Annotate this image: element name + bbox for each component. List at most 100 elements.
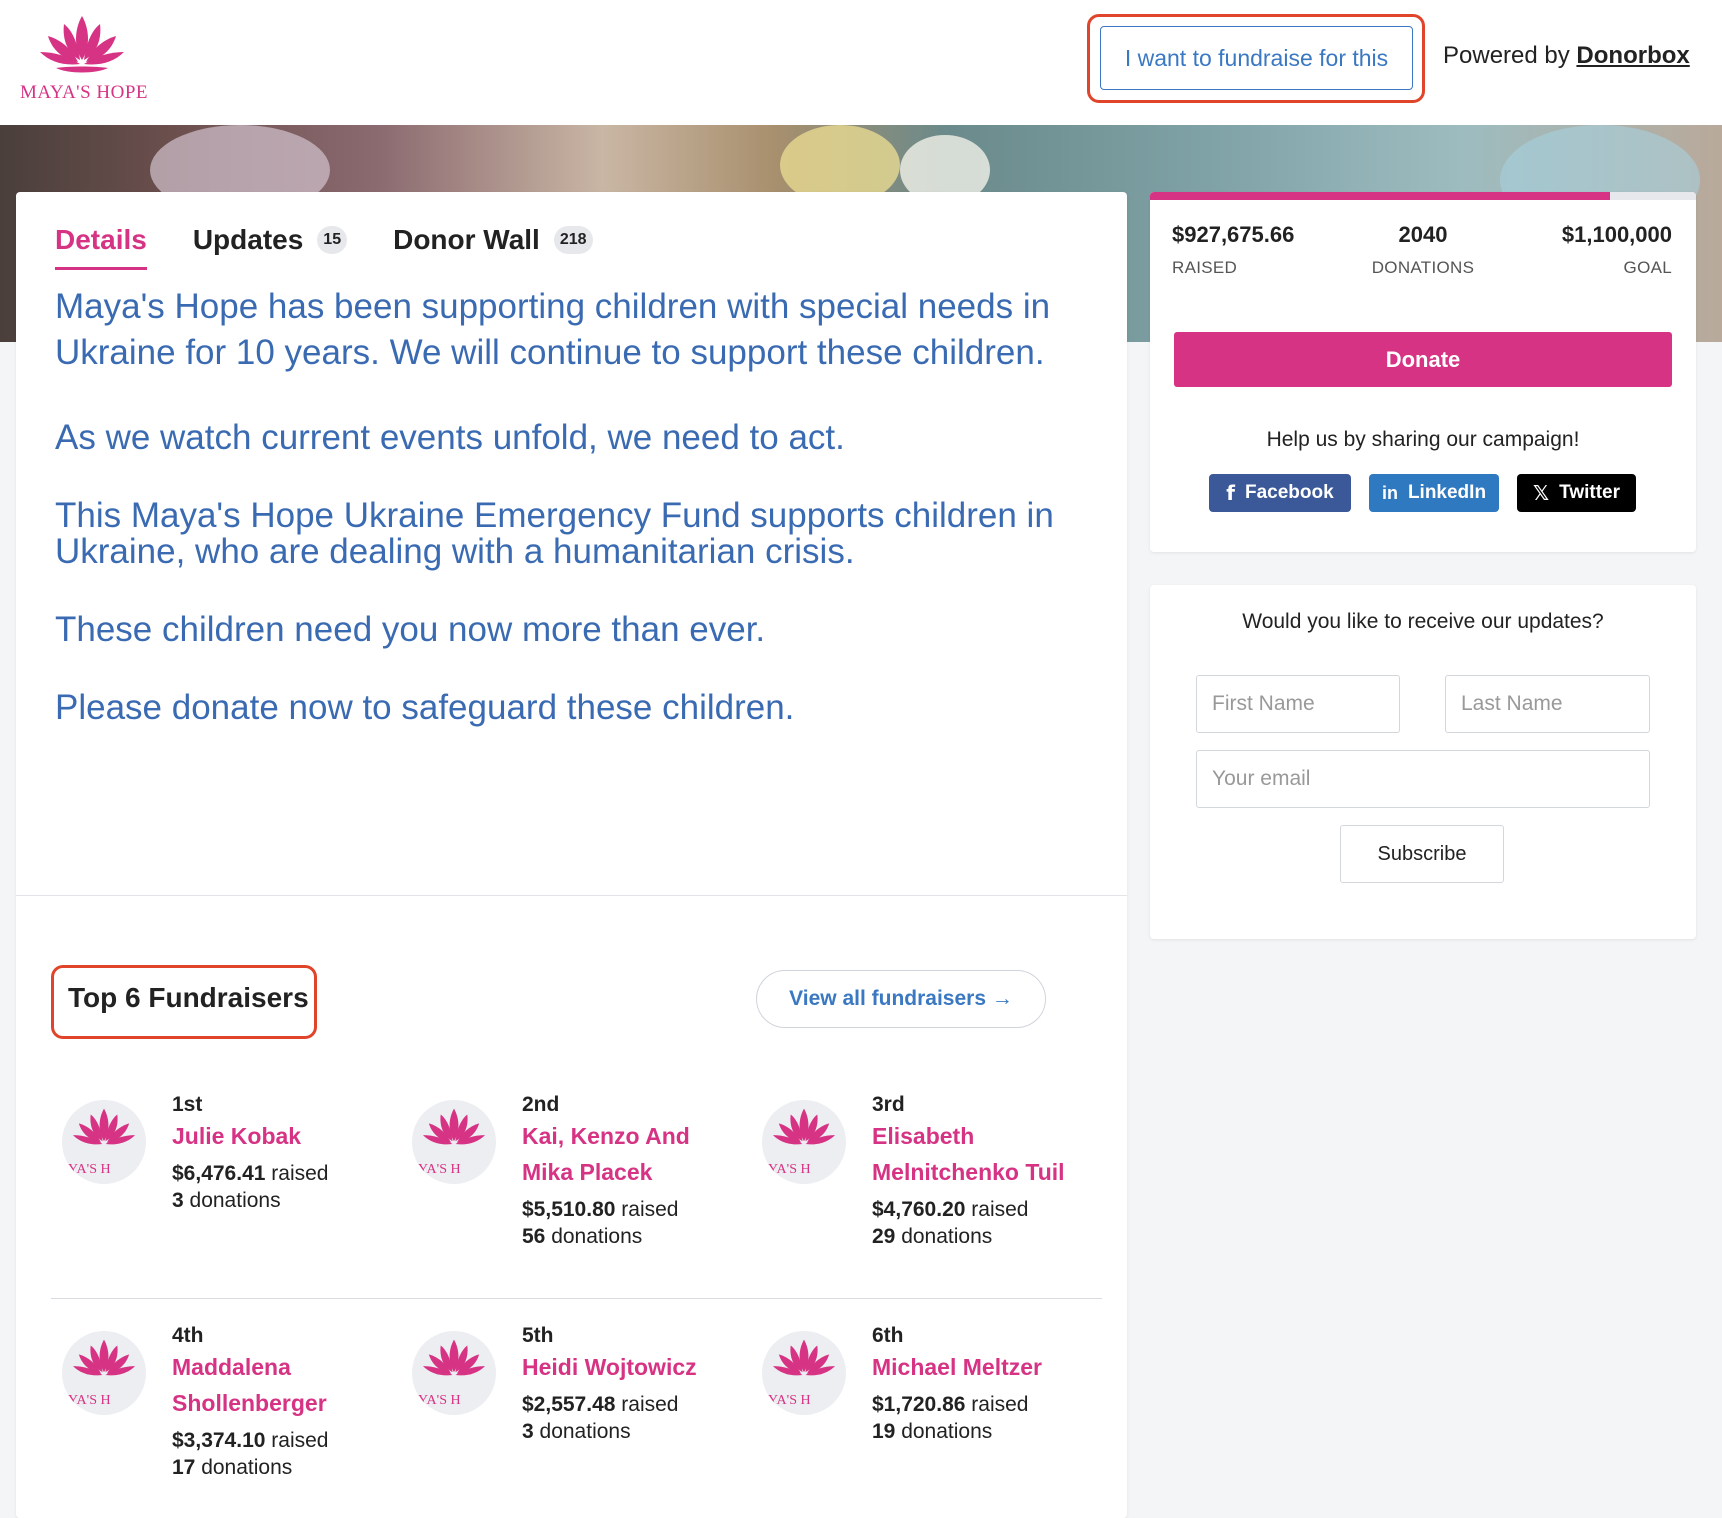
avatar-logo-text: YA'S H <box>768 1162 811 1177</box>
tab-label: Updates <box>192 224 304 255</box>
fundraiser-name-link[interactable]: Julie Kobak <box>172 1118 412 1154</box>
fundraiser-raised: $3,374.10 raised <box>172 1427 412 1455</box>
fundraiser-name-link[interactable]: Kai, Kenzo And <box>522 1118 762 1154</box>
fundraiser-name-link[interactable]: Mika Placek <box>522 1154 762 1190</box>
raised-suffix: raised <box>615 1393 679 1416</box>
tab-updates[interactable]: Updates 15 <box>192 224 348 256</box>
donations-count: 29 <box>872 1225 896 1248</box>
last-name-field[interactable]: Last Name <box>1445 675 1650 733</box>
fundraiser-rank: 2nd <box>522 1093 560 1116</box>
donations-suffix: donations <box>545 1225 643 1248</box>
fundraiser-info: 5th Heidi Wojtowicz $2,557.48 raised 3 dona… <box>522 1323 762 1445</box>
top-fundraisers-title: Top 6 Fundraisers <box>68 982 309 1013</box>
fundraiser-donations: 19 donations <box>872 1419 1112 1445</box>
fundraiser-name-link[interactable]: Melnitchenko Tuil <box>872 1154 1112 1190</box>
fundraisers-row-divider <box>51 1298 1102 1299</box>
fundraiser-info: 1st Julie Kobak $6,476.41 raised 3 donation… <box>172 1092 412 1214</box>
share-label: LinkedIn <box>1407 482 1487 503</box>
donations-count: 3 <box>522 1420 534 1443</box>
share-label: Facebook <box>1245 482 1334 503</box>
description-line: As we watch current events unfold, we ne… <box>55 418 845 457</box>
campaign-content-card: Details Updates 15 Donor Wall 218 Maya's… <box>16 192 1127 1518</box>
facebook-icon: f <box>1226 481 1235 505</box>
fundraiser-name-link[interactable]: Elisabeth <box>872 1118 1112 1154</box>
fundraiser-donations: 29 donations <box>872 1224 1112 1250</box>
donorbox-link[interactable]: Donorbox <box>1576 42 1689 69</box>
section-divider <box>16 895 1127 896</box>
campaign-stats-card: $927,675.66 RAISED 2040 DONATIONS $1,100… <box>1150 192 1696 552</box>
first-name-field[interactable]: First Name <box>1196 675 1400 733</box>
mayas-hope-logo[interactable]: MAYA'S HOPE <box>14 10 150 110</box>
fundraiser-rank: 4th <box>172 1324 204 1347</box>
subscribe-title: Would you like to receive our updates? <box>1242 610 1604 633</box>
avatar-logo-text: YA'S H <box>418 1162 461 1177</box>
raised-suffix: raised <box>265 1162 329 1185</box>
raised-suffix: raised <box>965 1198 1029 1221</box>
raised-suffix: raised <box>615 1198 679 1221</box>
fundraiser-name-link[interactable]: Maddalena <box>172 1349 412 1385</box>
description-line: Ukraine for 10 years. We will continue t… <box>55 333 1045 372</box>
subscribe-card: Would you like to receive our updates? F… <box>1150 585 1696 939</box>
fundraiser-avatar[interactable]: YA'S H <box>62 1100 146 1184</box>
fundraiser-donations: 56 donations <box>522 1224 762 1250</box>
donations-suffix: donations <box>895 1225 993 1248</box>
fundraiser-rank: 5th <box>522 1324 554 1347</box>
raised-suffix: raised <box>265 1429 329 1452</box>
avatar-logo-text: YA'S H <box>68 1393 111 1408</box>
avatar-logo-text: YA'S H <box>68 1162 111 1177</box>
tab-label: Donor Wall <box>393 224 540 255</box>
tab-label: Details <box>55 224 147 255</box>
share-prompt: Help us by sharing our campaign! <box>1266 428 1580 451</box>
donations-count: 56 <box>522 1225 546 1248</box>
fundraiser-donations: 3 donations <box>522 1419 762 1445</box>
raised-amount: $4,760.20 <box>872 1198 966 1221</box>
fundraise-button[interactable]: I want to fundraise for this <box>1100 26 1413 90</box>
donate-button[interactable]: Donate <box>1174 332 1672 387</box>
fundraiser-info: 2nd Kai, Kenzo And Mika Placek $5,510.80 ra… <box>522 1092 762 1250</box>
donations-suffix: donations <box>533 1420 631 1443</box>
share-facebook-button[interactable]: f Facebook <box>1209 474 1351 512</box>
tab-details[interactable]: Details <box>55 224 147 270</box>
fundraiser-avatar[interactable]: YA'S H <box>62 1331 146 1415</box>
tab-donor-wall[interactable]: Donor Wall 218 <box>393 224 593 256</box>
view-all-fundraisers-button[interactable]: View all fundraisers → <box>756 970 1046 1028</box>
progress-fill <box>1150 192 1611 200</box>
fundraiser-rank: 1st <box>172 1093 203 1116</box>
description-line: Ukraine, who are dealing with a humanita… <box>55 532 855 571</box>
email-field[interactable]: Your email <box>1196 750 1650 808</box>
fundraiser-raised: $6,476.41 raised <box>172 1160 412 1188</box>
fundraiser-name-link[interactable]: Heidi Wojtowicz <box>522 1349 762 1385</box>
fundraiser-name-link[interactable]: Shollenberger <box>172 1385 412 1421</box>
x-icon: 𝕏 <box>1533 481 1550 505</box>
fundraiser-avatar[interactable]: YA'S H <box>762 1100 846 1184</box>
donations-suffix: donations <box>183 1189 281 1212</box>
fundraiser-info: 4th Maddalena Shollenberger $3,374.10 raise… <box>172 1323 412 1481</box>
avatar-logo-text: YA'S H <box>418 1393 461 1408</box>
raised-amount: $6,476.41 <box>172 1162 266 1185</box>
powered-by-prefix: Powered by <box>1443 42 1570 69</box>
fundraiser-name-link[interactable]: Michael Meltzer <box>872 1349 1112 1385</box>
fundraiser-donations: 17 donations <box>172 1455 412 1481</box>
lotus-icon <box>40 16 124 73</box>
fundraiser-raised: $5,510.80 raised <box>522 1196 762 1224</box>
fundraiser-avatar[interactable]: YA'S H <box>412 1100 496 1184</box>
avatar-logo-text: YA'S H <box>768 1393 811 1408</box>
goal-value: $1,100,000 <box>1561 222 1672 247</box>
progress-bar <box>1150 192 1696 200</box>
raised-amount: $2,557.48 <box>522 1393 616 1416</box>
share-twitter-button[interactable]: 𝕏 Twitter <box>1517 474 1636 512</box>
fundraiser-raised: $4,760.20 raised <box>872 1196 1112 1224</box>
donations-count: 19 <box>872 1420 896 1443</box>
share-linkedin-button[interactable]: in LinkedIn <box>1369 474 1499 512</box>
donations-suffix: donations <box>895 1420 993 1443</box>
count-badge: 218 <box>553 226 593 254</box>
description-line: Please donate now to safeguard these chi… <box>55 688 795 727</box>
count-badge: 15 <box>317 226 348 254</box>
fundraiser-avatar[interactable]: YA'S H <box>412 1331 496 1415</box>
fundraiser-info: 3rd Elisabeth Melnitchenko Tuil $4,760.20 r… <box>872 1092 1112 1250</box>
donations-suffix: donations <box>195 1456 293 1479</box>
donations-count: 3 <box>172 1189 184 1212</box>
fundraiser-avatar[interactable]: YA'S H <box>762 1331 846 1415</box>
raised-amount: $1,720.86 <box>872 1393 966 1416</box>
subscribe-button[interactable]: Subscribe <box>1340 825 1504 883</box>
